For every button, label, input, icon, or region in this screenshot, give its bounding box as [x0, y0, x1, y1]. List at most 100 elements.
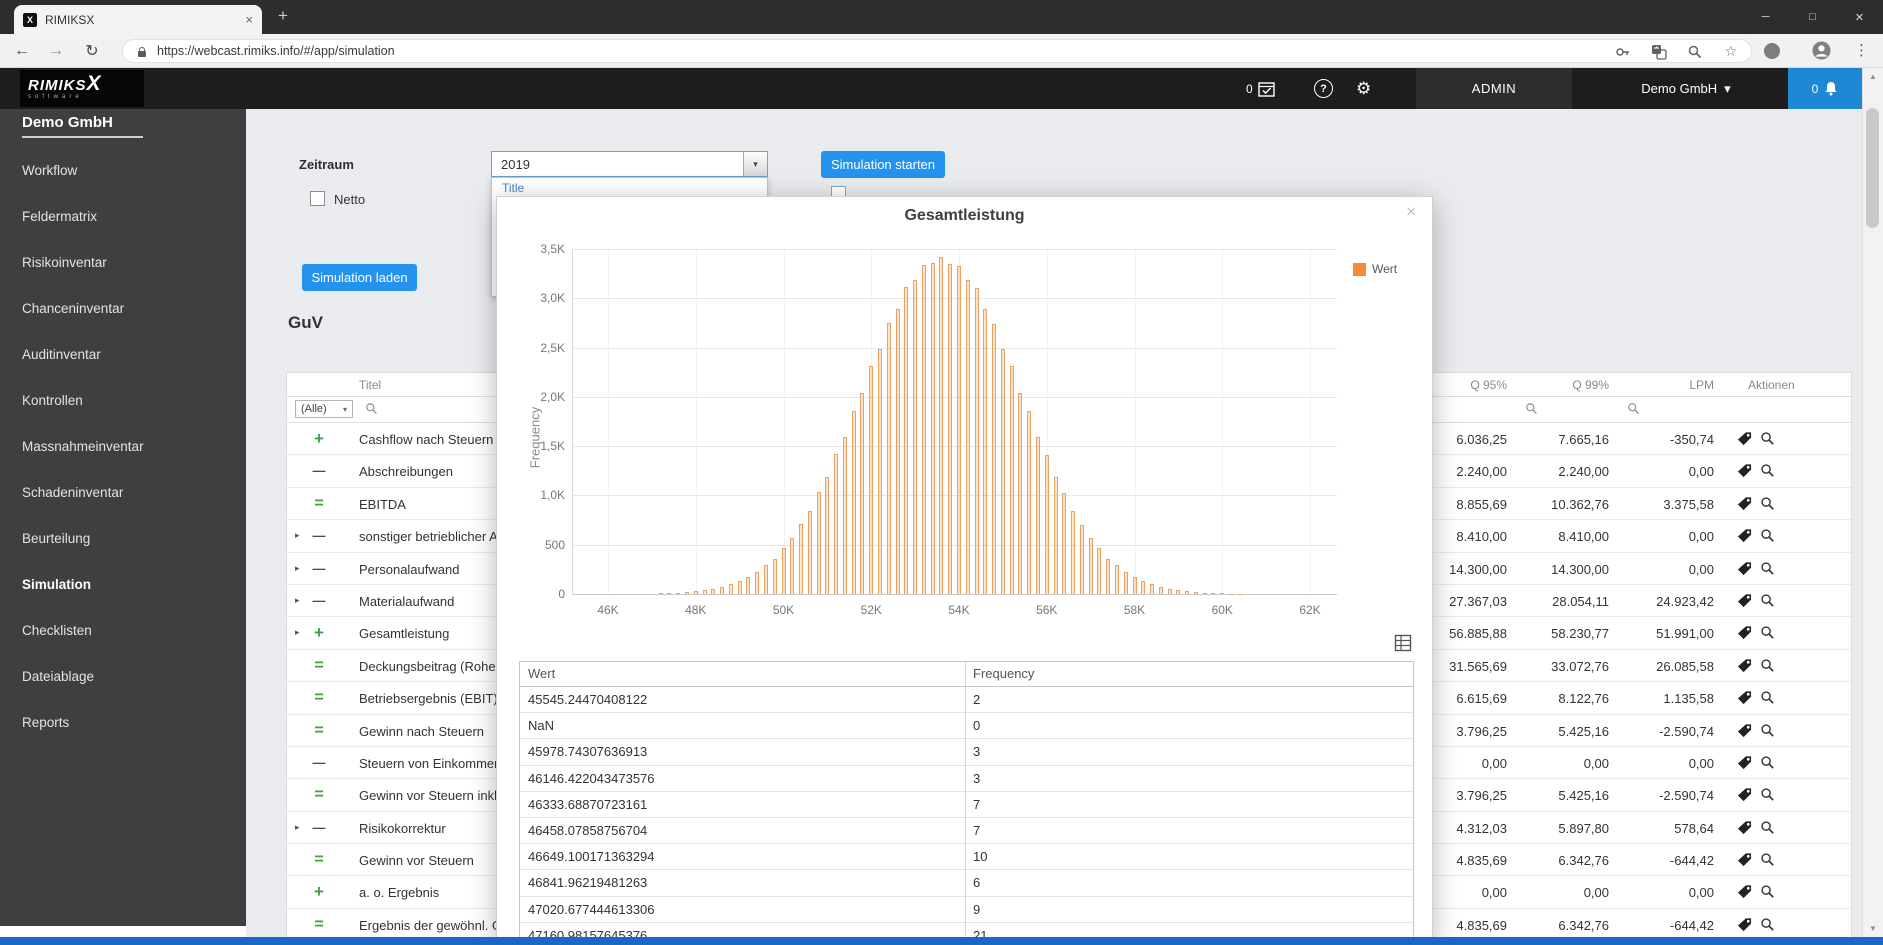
y-axis-tick-label: 500: [544, 537, 565, 552]
tag-icon[interactable]: [1737, 787, 1752, 802]
magnifier-icon[interactable]: [1760, 690, 1775, 705]
magnifier-icon[interactable]: [1760, 431, 1775, 446]
sidebar-item-feldermatrix[interactable]: Feldermatrix: [0, 194, 246, 240]
row-expander-icon[interactable]: ▸: [295, 627, 300, 638]
row-expander-icon[interactable]: ▸: [295, 563, 300, 574]
sidebar-item-reports[interactable]: Reports: [0, 700, 246, 746]
tag-icon[interactable]: [1737, 463, 1752, 478]
tag-icon[interactable]: [1737, 431, 1752, 446]
new-tab-button[interactable]: +: [278, 6, 288, 26]
modal-title: Gesamtleistung: [904, 207, 1025, 224]
scroll-up-icon[interactable]: ▲: [1863, 72, 1883, 81]
reload-button[interactable]: ↻: [78, 34, 106, 68]
histogram-bar: [816, 492, 821, 594]
translate-icon[interactable]: [1651, 44, 1667, 60]
tag-icon[interactable]: [1737, 625, 1752, 640]
filter-alle-select[interactable]: (Alle) ▾: [295, 400, 353, 418]
tag-icon[interactable]: [1737, 755, 1752, 770]
modal-table-header: Wert Frequency: [520, 662, 1413, 687]
tag-icon[interactable]: [1737, 884, 1752, 899]
tag-icon[interactable]: [1737, 658, 1752, 673]
dropdown-option[interactable]: Title: [492, 178, 767, 198]
vertical-scrollbar[interactable]: ▲ ▼: [1862, 68, 1883, 937]
period-select[interactable]: 2019 ▾: [491, 151, 768, 177]
q95-filter-search-icon[interactable]: [1525, 402, 1538, 420]
magnifier-icon[interactable]: [1760, 658, 1775, 673]
magnifier-icon[interactable]: [1760, 593, 1775, 608]
help-button[interactable]: ?: [1314, 68, 1333, 109]
admin-menu[interactable]: ADMIN: [1416, 68, 1572, 109]
sidebar-item-schadeninventar[interactable]: Schadeninventar: [0, 470, 246, 516]
notifications-button[interactable]: 0: [1788, 68, 1862, 109]
forward-button[interactable]: →: [42, 34, 70, 68]
magnifier-icon[interactable]: [1760, 463, 1775, 478]
tab-close-icon[interactable]: ×: [245, 12, 253, 27]
magnifier-icon[interactable]: [1760, 852, 1775, 867]
netto-checkbox[interactable]: [310, 191, 325, 206]
sidebar-item-risikoinventar[interactable]: Risikoinventar: [0, 240, 246, 286]
sidebar-item-dateiablage[interactable]: Dateiablage: [0, 654, 246, 700]
close-icon[interactable]: ×: [1406, 202, 1416, 222]
tag-icon[interactable]: [1737, 852, 1752, 867]
sidebar-item-auditinventar[interactable]: Auditinventar: [0, 332, 246, 378]
simulation-laden-button[interactable]: Simulation laden: [302, 264, 417, 291]
sidebar-item-workflow[interactable]: Workflow: [0, 148, 246, 194]
window-close-button[interactable]: ✕: [1836, 0, 1883, 34]
zeitraum-label: Zeitraum: [299, 157, 354, 172]
sidebar-item-simulation[interactable]: Simulation: [0, 562, 246, 608]
sidebar-item-chanceninventar[interactable]: Chanceninventar: [0, 286, 246, 332]
magnifier-icon[interactable]: [1760, 755, 1775, 770]
col-header-lpm[interactable]: LPM: [1604, 378, 1714, 392]
scroll-down-icon[interactable]: ▼: [1863, 924, 1883, 933]
bookmark-star-icon[interactable]: ☆: [1724, 43, 1737, 60]
col-header-titel[interactable]: Titel: [359, 378, 381, 392]
tasks-indicator[interactable]: 0: [1246, 68, 1276, 109]
tag-icon[interactable]: [1737, 690, 1752, 705]
row-expander-icon[interactable]: ▸: [295, 595, 300, 606]
scrollbar-thumb[interactable]: [1866, 108, 1879, 228]
q99-filter-search-icon[interactable]: [1627, 402, 1640, 420]
tag-icon[interactable]: [1737, 820, 1752, 835]
row-expander-icon[interactable]: ▸: [295, 822, 300, 833]
magnifier-icon[interactable]: [1760, 561, 1775, 576]
magnifier-icon[interactable]: [1760, 820, 1775, 835]
browser-tab[interactable]: X RIMIKSX ×: [14, 5, 262, 34]
magnifier-icon[interactable]: [1760, 884, 1775, 899]
sidebar-item-beurteilung[interactable]: Beurteilung: [0, 516, 246, 562]
export-button[interactable]: [1391, 631, 1415, 655]
extension-circle-icon[interactable]: [1764, 43, 1780, 59]
key-icon[interactable]: [1615, 44, 1631, 60]
magnifier-icon[interactable]: [1760, 528, 1775, 543]
window-maximize-button[interactable]: □: [1789, 0, 1836, 34]
tag-icon[interactable]: [1737, 917, 1752, 932]
magnifier-icon[interactable]: [1760, 787, 1775, 802]
sidebar-item-checklisten[interactable]: Checklisten: [0, 608, 246, 654]
url-bar[interactable]: https://webcast.rimiks.info/#/app/simula…: [122, 39, 1752, 63]
tag-icon[interactable]: [1737, 593, 1752, 608]
company-selector[interactable]: Demo GmbH ▾: [1600, 68, 1772, 109]
zoom-icon[interactable]: [1687, 44, 1703, 60]
col-header-q99[interactable]: Q 99%: [1499, 378, 1609, 392]
select-caret-icon[interactable]: ▾: [743, 152, 767, 176]
tag-icon[interactable]: [1737, 561, 1752, 576]
magnifier-icon[interactable]: [1760, 917, 1775, 932]
window-minimize-button[interactable]: ─: [1742, 0, 1789, 34]
row-lpm-value: 0,00: [1688, 464, 1714, 480]
row-expander-icon[interactable]: ▸: [295, 530, 300, 541]
simulation-starten-button[interactable]: Simulation starten: [821, 151, 945, 178]
settings-button[interactable]: ⚙: [1356, 68, 1371, 109]
tag-icon[interactable]: [1737, 496, 1752, 511]
tag-icon[interactable]: [1737, 723, 1752, 738]
magnifier-icon[interactable]: [1760, 496, 1775, 511]
magnifier-icon[interactable]: [1760, 625, 1775, 640]
sidebar-item-kontrollen[interactable]: Kontrollen: [0, 378, 246, 424]
browser-menu-icon[interactable]: ⋮: [1854, 41, 1869, 59]
tag-icon[interactable]: [1737, 528, 1752, 543]
back-button[interactable]: ←: [8, 34, 36, 68]
histogram-bar: [676, 592, 681, 594]
profile-avatar-icon[interactable]: [1812, 41, 1831, 65]
row-q99-value: 5.425,16: [1558, 723, 1609, 739]
sidebar-item-massnahmeinventar[interactable]: Massnahmeinventar: [0, 424, 246, 470]
titel-filter-search-icon[interactable]: [365, 402, 378, 420]
magnifier-icon[interactable]: [1760, 723, 1775, 738]
